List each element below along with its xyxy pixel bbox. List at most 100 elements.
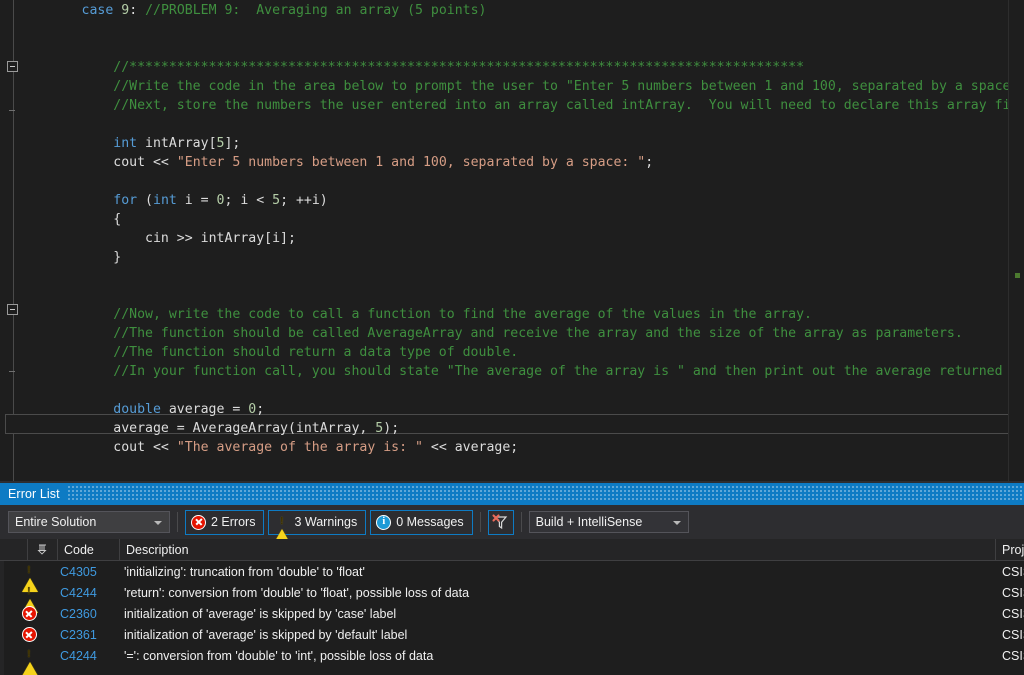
error-description: 'return': conversion from 'double' to 'f…	[124, 585, 470, 600]
code-token-plain: }	[113, 250, 122, 265]
build-intellisense-dropdown[interactable]: Build + IntelliSense	[528, 511, 689, 533]
code-line[interactable]	[0, 172, 18, 191]
code-line[interactable]: //Next, store the numbers the user enter…	[0, 96, 1024, 115]
warning-icon	[21, 648, 38, 675]
code-line[interactable]: {	[0, 210, 121, 229]
code-token-cmt: //Next, store the numbers the user enter…	[113, 98, 1024, 113]
code-line[interactable]	[0, 39, 18, 58]
table-row[interactable]: C2360 initialization of 'average' is skip…	[0, 603, 1024, 624]
visual-studio-window: case 9: //PROBLEM 9: Averaging an array …	[0, 0, 1024, 675]
table-row[interactable]: C4244 'return': conversion from 'double' …	[0, 582, 1024, 613]
code-editor[interactable]: case 9: //PROBLEM 9: Averaging an array …	[0, 0, 1024, 483]
code-line[interactable]	[0, 286, 18, 305]
code-line[interactable]	[0, 20, 18, 39]
table-row[interactable]: C4244 '=': conversion from 'double' to 'i…	[0, 645, 1024, 675]
error-code-link[interactable]: C4244	[58, 586, 120, 600]
warning-icon-wrap	[274, 514, 291, 543]
code-token-cmt: //In your function call, you should stat…	[113, 364, 1024, 379]
table-row[interactable]: C2361 initialization of 'average' is skip…	[0, 624, 1024, 645]
scope-dropdown[interactable]: Entire Solution	[8, 511, 170, 533]
code-line[interactable]: //Now, write the code to call a function…	[0, 305, 812, 324]
error-list-rows[interactable]: C4305 'initializing': truncation from 'do…	[0, 561, 1024, 675]
code-line[interactable]: }	[0, 248, 121, 267]
code-token-plain: );	[383, 421, 400, 436]
error-list-project-rule	[995, 561, 996, 675]
table-row[interactable]: C4305 'initializing': truncation from 'do…	[0, 561, 1024, 592]
code-token-kw: int	[153, 193, 177, 208]
code-token-plain: ; i <	[224, 193, 273, 208]
severity-cell	[0, 627, 58, 642]
error-description: initialization of 'average' is skipped b…	[124, 627, 408, 642]
code-line[interactable]: //In your function call, you should stat…	[0, 362, 1024, 381]
error-icon	[21, 606, 37, 621]
error-list-toolbar: Entire Solution 2 Errors 3 Warnings 0 Me…	[0, 505, 1024, 543]
code-text-layer[interactable]: case 9: //PROBLEM 9: Averaging an array …	[0, 0, 1024, 483]
code-token-kw: case	[81, 3, 114, 18]
code-token-plain: cout <<	[113, 155, 177, 170]
column-header-code[interactable]: Code	[58, 538, 120, 561]
column-header-blank[interactable]	[0, 538, 28, 561]
toolbar-separator-3	[520, 512, 522, 532]
code-line[interactable]: average = AverageArray(intArray, 5);	[0, 419, 399, 438]
code-line[interactable]: //The function should return a data type…	[0, 343, 518, 362]
warning-icon-wrap	[21, 564, 38, 592]
code-line[interactable]: cin >> intArray[i];	[0, 229, 296, 248]
column-header-pin[interactable]	[28, 538, 58, 561]
code-line[interactable]: double average = 0;	[0, 400, 264, 419]
error-project: CSIS_	[1002, 585, 1024, 600]
code-token-str: "Enter 5 numbers between 1 and 100, sepa…	[176, 155, 646, 170]
code-token-plain: intArray[	[137, 136, 217, 151]
severity-cell	[0, 606, 58, 621]
severity-cell	[0, 648, 58, 675]
clear-filter-button[interactable]	[487, 509, 514, 535]
code-token-cmt: //The function should be called AverageA…	[113, 326, 963, 341]
messages-toggle-button[interactable]: 0 Messages	[370, 509, 473, 535]
code-line[interactable]: //The function should be called AverageA…	[0, 324, 963, 343]
code-line[interactable]: cout << "The average of the array is: " …	[0, 438, 518, 457]
error-list-title: Error List	[8, 487, 60, 501]
code-token-plain: :	[129, 3, 146, 18]
error-code-link[interactable]: C2360	[58, 607, 120, 621]
code-token-plain: i =	[176, 193, 217, 208]
error-code-link[interactable]: C4244	[58, 649, 120, 663]
panel-drag-handle[interactable]	[68, 486, 1024, 502]
code-line[interactable]: //**************************************…	[0, 58, 804, 77]
code-line[interactable]: case 9: //PROBLEM 9: Averaging an array …	[0, 1, 487, 20]
error-project: CSIS	[1002, 606, 1024, 621]
code-token-plain: cout <<	[113, 440, 177, 455]
toolbar-separator-2	[479, 512, 481, 532]
code-line[interactable]	[0, 115, 18, 134]
editor-vertical-scrollbar[interactable]	[1008, 0, 1024, 483]
code-token-cmt: //The function should return a data type…	[113, 345, 519, 360]
code-token-plain: (	[137, 193, 153, 208]
code-token-num: 9	[121, 3, 130, 18]
code-token-plain: average =	[160, 402, 249, 417]
errors-toggle-button[interactable]: 2 Errors	[185, 509, 265, 535]
column-header-project[interactable]: Proj	[996, 539, 1024, 561]
column-header-description[interactable]: Description	[120, 538, 996, 561]
code-line[interactable]	[0, 381, 18, 400]
code-line[interactable]: //Write the code in the area below to pr…	[0, 77, 1024, 96]
code-line[interactable]: cout << "Enter 5 numbers between 1 and 1…	[0, 153, 653, 172]
code-line[interactable]: int intArray[5];	[0, 134, 240, 153]
warnings-toggle-button[interactable]: 3 Warnings	[268, 509, 367, 543]
code-line[interactable]: for (int i = 0; i < 5; ++i)	[0, 191, 327, 210]
code-token-cmt: //**************************************…	[113, 60, 805, 75]
messages-toggle-label: 0 Messages	[396, 515, 464, 529]
code-token-cmt: //Write the code in the area below to pr…	[113, 79, 1024, 94]
error-code-link[interactable]: C4305	[58, 565, 120, 579]
error-code-link[interactable]: C2361	[58, 628, 120, 642]
error-list-panel: Error List Entire Solution 2 Errors 3 Wa…	[0, 483, 1024, 675]
error-list-titlebar[interactable]: Error List	[0, 483, 1024, 505]
code-line[interactable]	[0, 267, 18, 286]
error-icon	[191, 514, 206, 530]
